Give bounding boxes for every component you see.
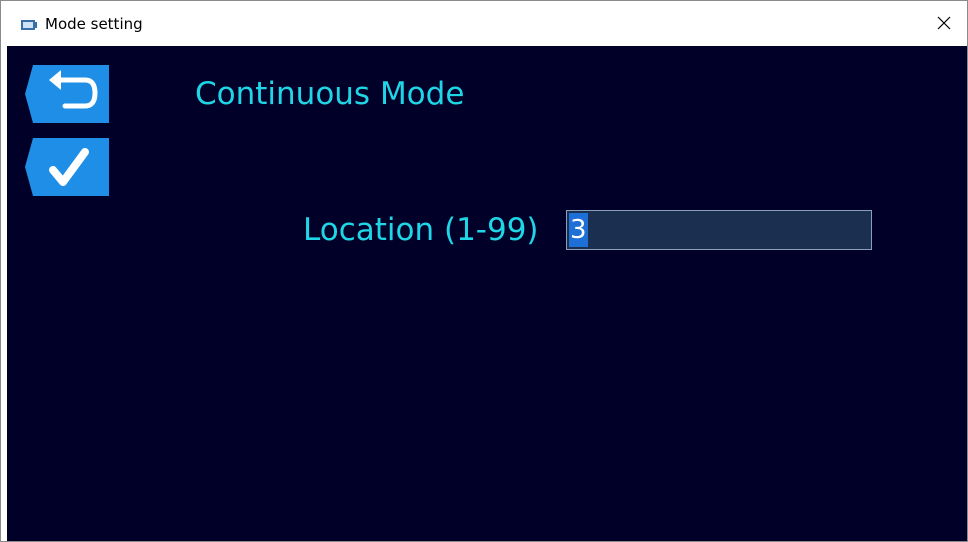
back-button[interactable]	[25, 65, 109, 123]
location-label: Location (1-99)	[303, 212, 539, 248]
close-icon	[937, 16, 951, 30]
location-input[interactable]: 3	[566, 210, 872, 250]
mode-setting-window: Mode setting Continuous Mode Location (1…	[0, 0, 968, 542]
confirm-button[interactable]	[25, 138, 109, 196]
mode-title: Continuous Mode	[195, 76, 465, 112]
location-value: 3	[569, 213, 588, 247]
title-bar[interactable]: Mode setting	[1, 1, 967, 45]
mode-setting-panel: Continuous Mode Location (1-99) 3	[7, 46, 967, 541]
window-app-icon	[21, 20, 37, 30]
window-title: Mode setting	[45, 15, 143, 33]
close-button[interactable]	[921, 1, 967, 45]
back-arrow-icon	[25, 65, 109, 123]
checkmark-icon	[25, 138, 109, 196]
